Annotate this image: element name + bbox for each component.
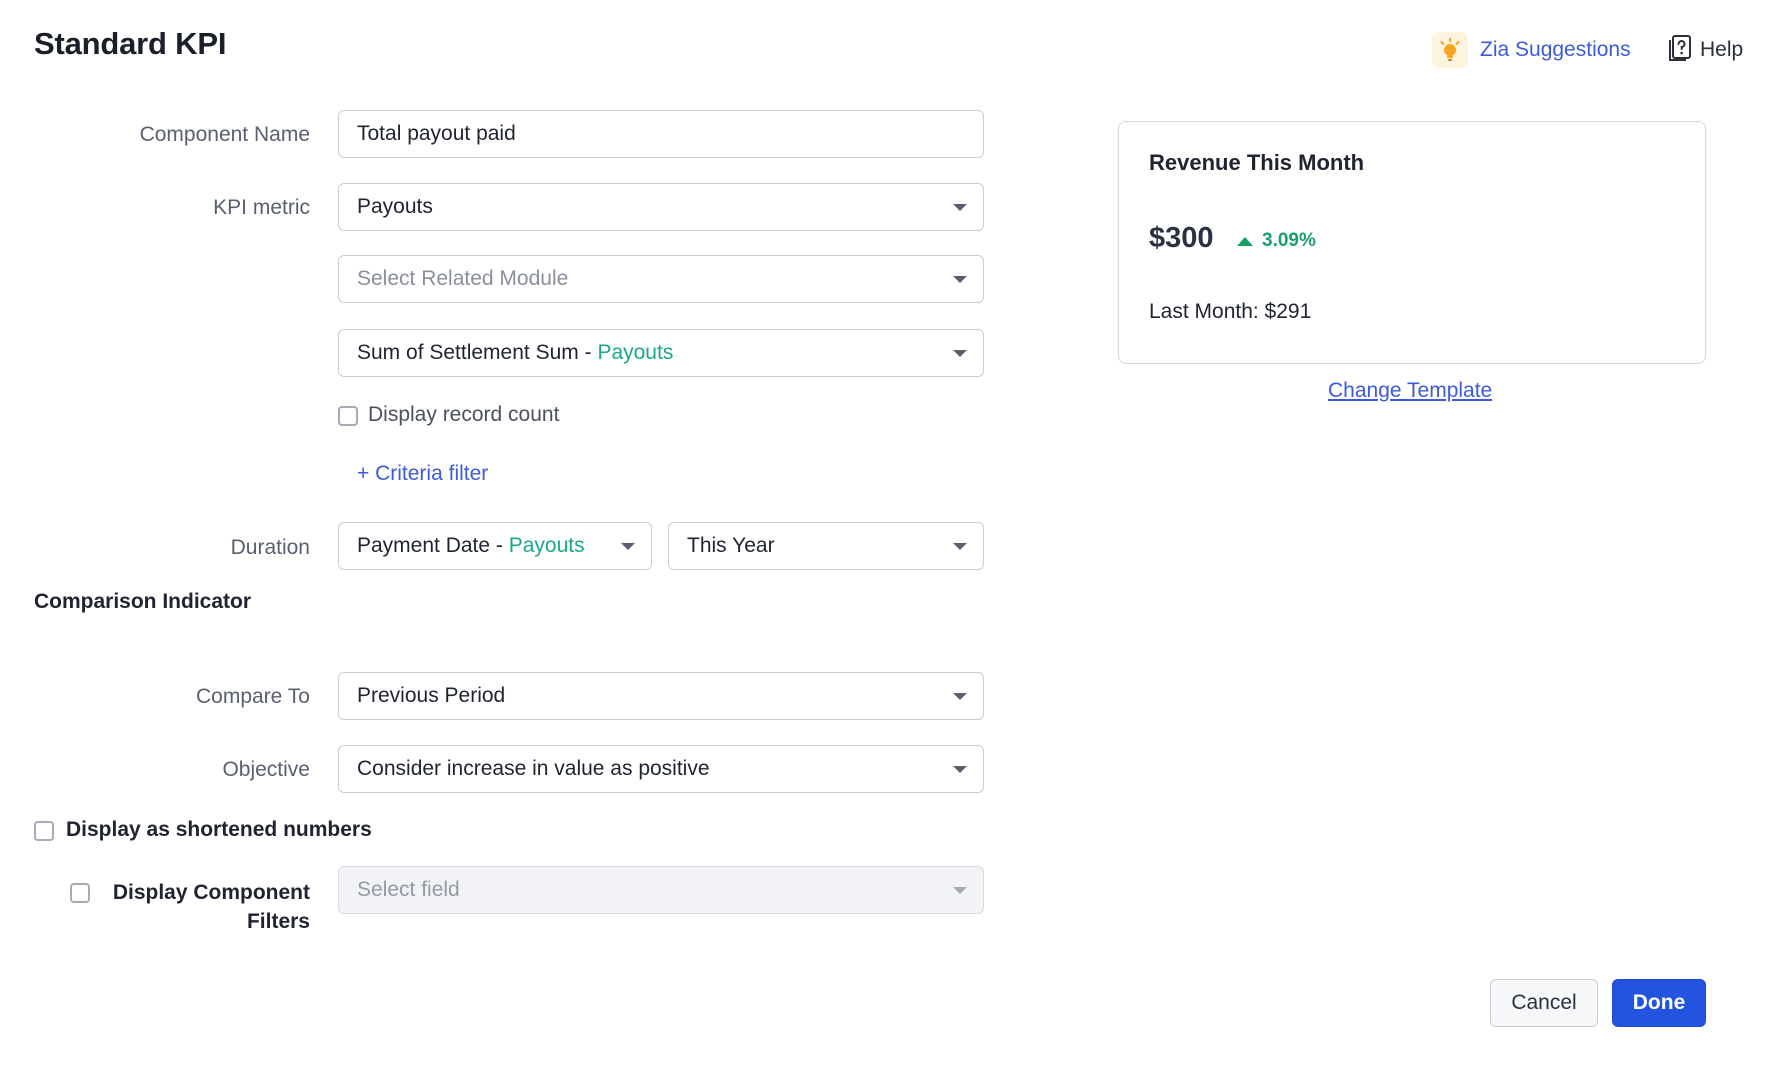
duration-field-module: Payouts	[508, 534, 585, 557]
caret-down-icon	[953, 204, 967, 211]
zia-suggestions-label: Zia Suggestions	[1480, 38, 1631, 61]
aggregate-field-prefix: Sum of Settlement Sum -	[357, 341, 598, 364]
component-filters-label-line1: Display Component	[112, 881, 310, 904]
preview-trend: 3.09%	[1237, 230, 1316, 252]
objective-select[interactable]: Consider increase in value as positive	[338, 745, 984, 793]
caret-down-icon	[953, 887, 967, 894]
duration-period-select[interactable]: This Year	[668, 522, 984, 570]
component-name-value: Total payout paid	[357, 122, 516, 145]
kpi-metric-module-select[interactable]: Payouts	[338, 183, 984, 231]
page-title: Standard KPI	[34, 26, 227, 61]
shortened-numbers-checkbox[interactable]	[34, 821, 54, 841]
done-button[interactable]: Done	[1612, 979, 1706, 1027]
kpi-metric-module-value: Payouts	[357, 195, 433, 218]
comparison-indicator-heading: Comparison Indicator	[34, 590, 252, 613]
duration-period-value: This Year	[687, 534, 775, 557]
related-module-placeholder: Select Related Module	[357, 267, 569, 290]
lightbulb-icon	[1432, 32, 1468, 68]
help-label: Help	[1700, 38, 1744, 61]
aggregate-field-select[interactable]: Sum of Settlement Sum - Payouts	[338, 329, 984, 377]
triangle-up-icon	[1237, 236, 1253, 246]
display-record-count-label: Display record count	[368, 403, 560, 426]
caret-down-icon	[953, 693, 967, 700]
kpi-metric-label: KPI metric	[213, 196, 310, 219]
criteria-filter-link[interactable]: + Criteria filter	[357, 462, 488, 486]
caret-down-icon	[953, 543, 967, 550]
cancel-button[interactable]: Cancel	[1490, 979, 1598, 1027]
compare-to-select[interactable]: Previous Period	[338, 672, 984, 720]
component-name-label: Component Name	[139, 123, 310, 146]
preview-last-month: Last Month: $291	[1149, 300, 1312, 323]
caret-down-icon	[953, 766, 967, 773]
duration-label: Duration	[230, 536, 310, 559]
compare-to-label: Compare To	[195, 685, 310, 708]
duration-field-select[interactable]: Payment Date - Payouts	[338, 522, 652, 570]
component-name-input[interactable]: Total payout paid	[338, 110, 984, 158]
component-filters-label: Display Component Filters	[40, 878, 310, 936]
component-filters-select[interactable]: Select field	[338, 866, 984, 914]
duration-field-prefix: Payment Date -	[357, 534, 509, 557]
kpi-preview-card: Revenue This Month $300 3.09% Last Month…	[1118, 121, 1706, 364]
component-filters-label-line2: Filters	[246, 910, 310, 933]
help-document-icon	[1668, 34, 1692, 67]
preview-value: $300	[1149, 222, 1214, 254]
objective-value: Consider increase in value as positive	[357, 757, 710, 780]
shortened-numbers-label: Display as shortened numbers	[66, 818, 372, 841]
preview-title: Revenue This Month	[1149, 150, 1365, 175]
objective-label: Objective	[222, 758, 310, 781]
change-template-link[interactable]: Change Template	[1328, 379, 1492, 403]
zia-suggestions-button[interactable]: Zia Suggestions	[1432, 32, 1631, 68]
related-module-select[interactable]: Select Related Module	[338, 255, 984, 303]
display-record-count-checkbox[interactable]	[338, 406, 358, 426]
preview-trend-value: 3.09%	[1262, 230, 1316, 251]
caret-down-icon	[953, 276, 967, 283]
help-button[interactable]: Help	[1668, 34, 1743, 66]
component-filters-placeholder: Select field	[357, 878, 460, 901]
aggregate-field-module: Payouts	[597, 341, 674, 364]
caret-down-icon	[953, 350, 967, 357]
caret-down-icon	[621, 543, 635, 550]
compare-to-value: Previous Period	[357, 684, 506, 707]
